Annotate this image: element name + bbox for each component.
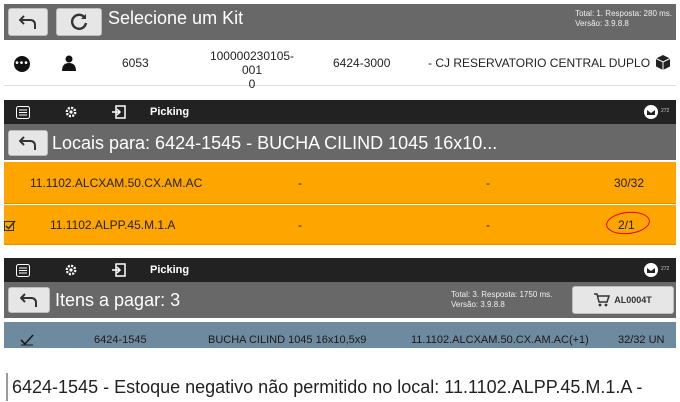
top-navbar: Picking 272: [4, 100, 676, 124]
message-divider: [6, 373, 8, 401]
item-location: 11.1102.ALCXAM.50.CX.AM.AC(+1): [411, 334, 589, 346]
top-navbar: Picking 272: [4, 258, 676, 282]
location-col3: -: [486, 176, 490, 190]
back-button[interactable]: [8, 8, 48, 36]
user-icon: [62, 55, 76, 76]
cart-button[interactable]: AL0004T: [572, 286, 674, 314]
back-arrow-icon: [20, 293, 37, 307]
check-icon: [20, 333, 34, 351]
item-qty: 32/32 UN: [618, 334, 665, 346]
response-stats: Total: 3. Resposta: 1750 ms. Versão: 3.9…: [451, 290, 553, 309]
kit-document: 100000230105-001 0: [209, 49, 295, 91]
annotation-circle: [604, 209, 652, 237]
page-title: Selecione um Kit: [108, 8, 244, 28]
logout-icon[interactable]: [110, 100, 128, 124]
kit-product: 6424-3000: [333, 56, 391, 70]
location-col3: -: [486, 218, 490, 232]
checkbox-checked-icon[interactable]: [4, 219, 16, 237]
location-col2: -: [298, 176, 302, 190]
item-product: 6424-1545: [94, 334, 147, 346]
location-code: 11.1102.ALCXAM.50.CX.AM.AC: [30, 176, 203, 190]
back-button[interactable]: [8, 130, 48, 156]
nav-label[interactable]: Picking: [150, 264, 189, 276]
kit-code: 6053: [122, 56, 149, 70]
kit-description: - CJ RESERVATORIO CENTRAL DUPLO: [428, 56, 651, 70]
more-options-icon[interactable]: •••: [14, 56, 30, 72]
page-title: Itens a pagar: 3: [55, 290, 181, 310]
notification-badge: 272: [661, 266, 670, 272]
refresh-icon: [70, 13, 88, 30]
notification-icon[interactable]: [642, 258, 660, 282]
refresh-button[interactable]: [56, 8, 102, 36]
location-qty: 30/32: [614, 176, 645, 190]
notification-badge: 272: [661, 108, 670, 114]
page-title: Locais para: 6424-1545 - BUCHA CILIND 10…: [52, 133, 498, 153]
gear-icon[interactable]: [62, 100, 80, 124]
response-stats: Total: 1. Resposta: 280 ms. Versão: 3.9.…: [575, 9, 672, 28]
back-arrow-icon: [19, 136, 36, 150]
location-row[interactable]: 11.1102.ALCXAM.50.CX.AM.AC - - 30/32: [4, 162, 676, 204]
kit-row[interactable]: ••• 6053 100000230105-001 0 6424-3000 - …: [4, 40, 676, 91]
location-row-selected[interactable]: 11.1102.ALPP.45.M.1.A - - 2/1: [4, 205, 676, 245]
box-icon[interactable]: [655, 54, 671, 76]
back-button[interactable]: [8, 287, 50, 313]
gear-icon[interactable]: [62, 258, 80, 282]
back-arrow-icon: [19, 15, 36, 29]
cart-icon: [594, 293, 611, 307]
menu-icon[interactable]: [14, 258, 32, 282]
location-col2: -: [298, 218, 302, 232]
error-message: 6424-1545 - Estoque negativo não permiti…: [12, 377, 643, 397]
menu-icon[interactable]: [14, 100, 32, 124]
item-description: BUCHA CILIND 1045 16x10,5x9: [208, 334, 367, 346]
nav-label[interactable]: Picking: [150, 106, 189, 118]
logout-icon[interactable]: [110, 258, 128, 282]
location-code: 11.1102.ALPP.45.M.1.A: [50, 218, 176, 232]
cart-label: AL0004T: [614, 295, 652, 305]
notification-icon[interactable]: [642, 100, 660, 124]
